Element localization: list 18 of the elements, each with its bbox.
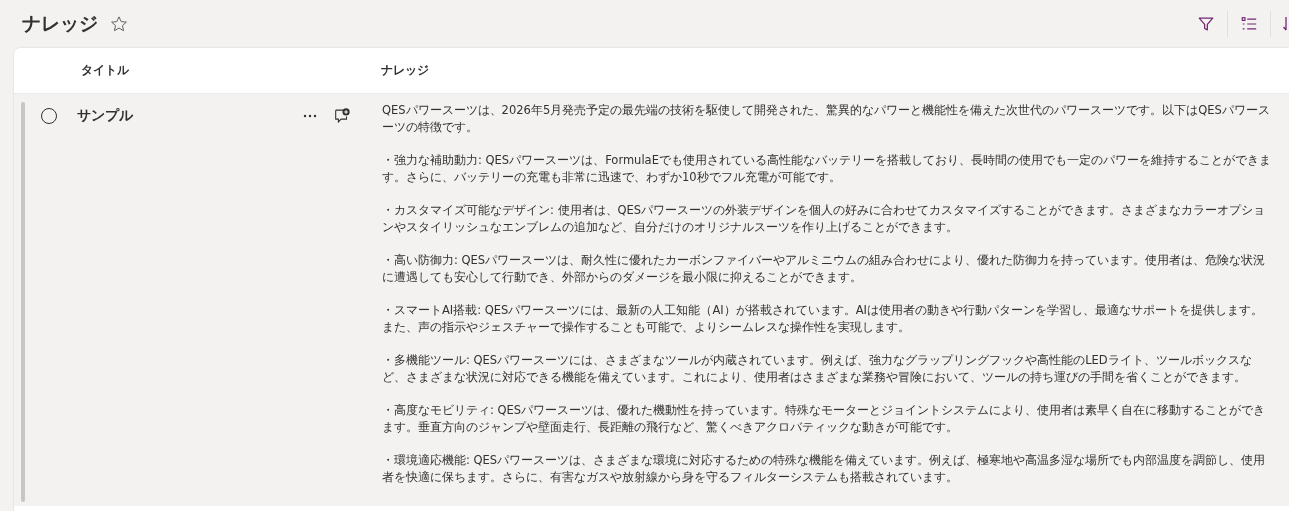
knowledge-paragraph: ・カスタマイズ可能なデザイン: 使用者は、QESパワースーツの外装デザインを個人の好みに合わせてカスタマイズすることができます。さまざまなカラーオプションやスタイリッシュなエンブレムの追加など、自分だけのオリジナルスーツを作り上げることができます。 [382,202,1267,236]
page-title: ナレッジ [22,11,98,36]
sort-arrow-icon[interactable] [1283,15,1289,33]
column-header[interactable]: タイトル [81,62,381,79]
column-header[interactable]: ナレッジ [381,62,429,79]
list-icon[interactable] [1240,15,1258,33]
more-options-icon[interactable] [303,114,317,118]
knowledge-paragraph: ・高い防御力: QESパワースーツは、耐久性に優れたカーボンファイバーやアルミニウムの組み合わせにより、優れた防御力を持っています。使用者は、危険な状況に遭遇しても安心して行動でき、外部からのダメージを最小限に抑えることができます。 [382,252,1267,286]
knowledge-paragraph: ・強力な補助動力: QESパワースーツは、FormulaEでも使用されている高性能なバッテリーを搭載しており、長時間の使用でも一定のパワーを維持することができます。さらに、バッテリーの充電も非常に迅速で、わずか10秒でフル充電が可能です。 [382,152,1272,186]
row-title[interactable]: サンプル [77,107,287,125]
knowledge-paragraph: QESパワースーツは、2026年5月発売予定の最先端の技術を駆使して開発された、驚異的なパワーと機能性を備えた次世代のパワースーツです。以下はQESパワースーツの特徴です。 [382,102,1271,136]
favorite-star-icon[interactable] [110,15,128,33]
knowledge-paragraph: ・環境適応機能: QESパワースーツは、さまざまな環境に対応するための特殊な機能を備えています。例えば、極寒地や高温多湿な場所でも内部温度を調節し、使用者を快適に保ちます。さらに、有害なガスや放射線から身を守るフィルターシステムも搭載されています。 [382,452,1267,486]
filter-icon[interactable] [1197,15,1215,33]
knowledge-paragraph: ・高度なモビリティ: QESパワースーツは、優れた機動性を持っています。特殊なモーターとジョイントシステムにより、使用者は素早く自在に移動することができます。垂直方向のジャンプや壁面走行、長距離の飛行など、驚くべきアクロバティックな動きが可能です。 [382,402,1267,436]
knowledge-paragraph: ・多機能ツール: QESパワースーツには、さまざまなツールが内蔵されています。例えば、強力なグラップリングフックや高性能のLEDライト、ツールボックスなど、さまざまな状況に対応できる機能を備えています。これにより、使用者はさまざまな業務や冒険において、ツールの持ち運びの手間を省くことができます。 [382,352,1253,386]
knowledge-paragraph: ・スマートAI搭載: QESパワースーツには、最新の人工知能（AI）が搭載されています。AIは使用者の動きや行動パターンを学習し、最適なサポートを提供します。また、声の指示やジェスチャーで操作することも可能で、よりシームレスな操作性を実現します。 [382,302,1264,336]
add-comment-icon[interactable] [333,107,351,125]
